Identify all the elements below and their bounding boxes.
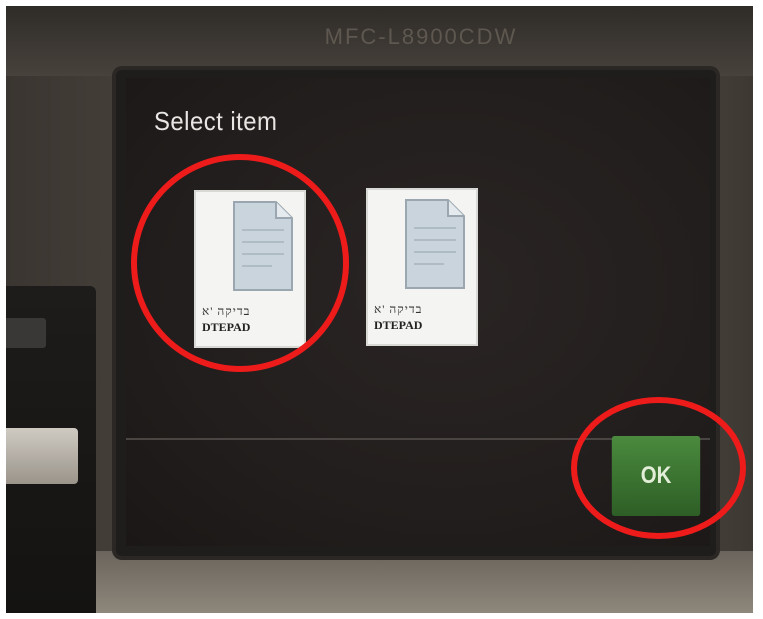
side-physical-button[interactable]: [6, 428, 78, 484]
photo: MFC-L8900CDW Select item בדיקה 'א DTEPAD: [6, 6, 753, 613]
file-item-subtitle: בדיקה 'א: [202, 304, 251, 318]
document-icon: [233, 201, 293, 291]
file-item-name: DTEPAD: [374, 318, 423, 332]
file-item-2[interactable]: בדיקה 'א DTEPAD: [366, 188, 478, 346]
side-panel: [6, 286, 96, 613]
printer-bezel: MFC-L8900CDW: [6, 6, 753, 76]
touch-screen: Select item בדיקה 'א DTEPAD בדיקה 'א DTE…: [126, 78, 710, 546]
document-icon: [405, 199, 465, 289]
printer-model-label: MFC-L8900CDW: [324, 24, 518, 49]
file-item-name: DTEPAD: [202, 320, 251, 334]
status-light: [6, 318, 46, 348]
ok-button[interactable]: OK: [611, 436, 701, 516]
file-item-subtitle: בדיקה 'א: [374, 302, 423, 316]
printer-base: [96, 551, 753, 613]
screen-title: Select item: [154, 106, 278, 136]
file-item-1[interactable]: בדיקה 'א DTEPAD: [194, 190, 306, 348]
